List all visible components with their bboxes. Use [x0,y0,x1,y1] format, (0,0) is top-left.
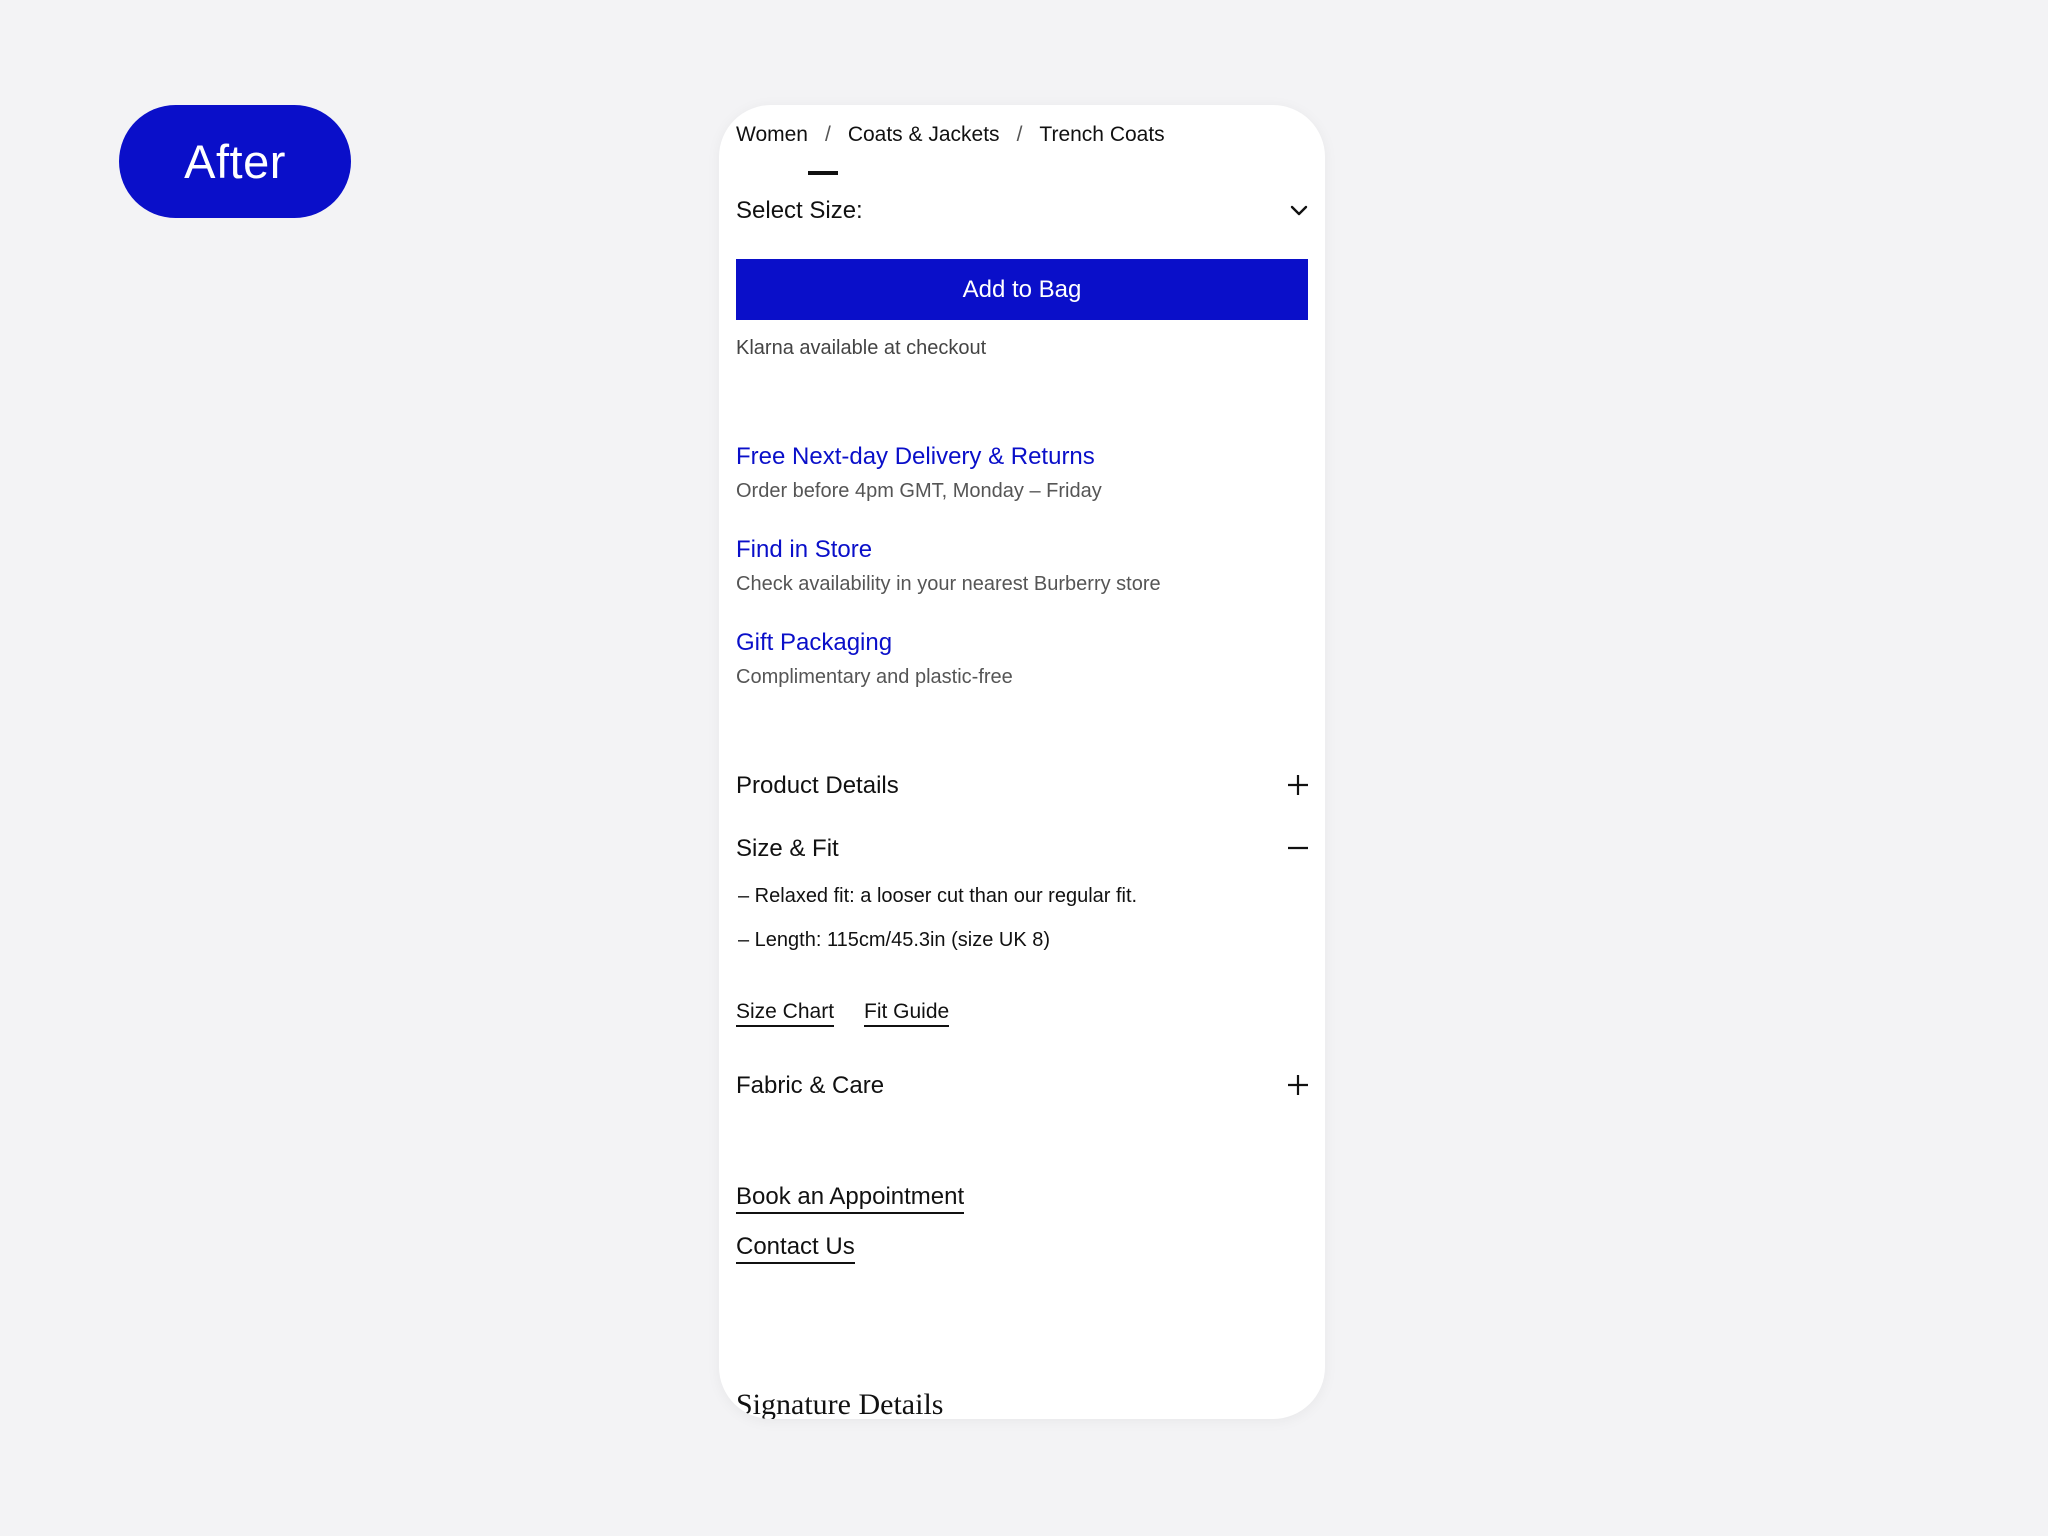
find-in-store-subtitle: Check availability in your nearest Burbe… [736,573,1161,595]
size-fit-accordion[interactable]: Size & Fit [736,835,839,863]
contact-us-link[interactable]: Contact Us [736,1233,855,1264]
breadcrumb-item-women[interactable]: Women [736,123,808,147]
delivery-returns-link[interactable]: Free Next-day Delivery & Returns [736,443,1095,471]
breadcrumb-separator: / [824,123,831,146]
fit-guide-link[interactable]: Fit Guide [864,1000,950,1028]
select-size-label[interactable]: Select Size: [736,197,863,225]
breadcrumb: Women / Coats & Jackets / Trench Coats [736,123,1165,147]
mobile-screen: Women / Coats & Jackets / Trench Coats S… [719,105,1325,1419]
plus-icon[interactable] [1285,772,1311,798]
breadcrumb-separator: / [1016,123,1023,146]
plus-icon[interactable] [1285,1072,1311,1098]
book-appointment-link[interactable]: Book an Appointment [736,1183,965,1214]
after-badge: After [119,105,351,218]
gift-packaging-link[interactable]: Gift Packaging [736,629,892,657]
product-details-accordion[interactable]: Product Details [736,772,899,800]
scroll-indicator [808,171,838,175]
klarna-note: Klarna available at checkout [736,337,987,359]
find-in-store-link[interactable]: Find in Store [736,536,872,564]
minus-icon[interactable] [1285,835,1311,861]
delivery-returns-subtitle: Order before 4pm GMT, Monday – Friday [736,480,1102,502]
signature-details-heading: Signature Details [736,1388,944,1419]
breadcrumb-item-trench-coats[interactable]: Trench Coats [1039,123,1164,147]
chevron-down-icon[interactable] [1286,198,1312,224]
breadcrumb-item-coats-jackets[interactable]: Coats & Jackets [848,123,1000,147]
gift-packaging-subtitle: Complimentary and plastic-free [736,666,1013,688]
add-to-bag-button[interactable]: Add to Bag [736,259,1308,320]
length-description: – Length: 115cm/45.3in (size UK 8) [738,929,1051,951]
size-chart-link[interactable]: Size Chart [736,1000,835,1028]
fabric-care-accordion[interactable]: Fabric & Care [736,1072,884,1100]
fit-description: – Relaxed fit: a looser cut than our reg… [738,885,1138,907]
